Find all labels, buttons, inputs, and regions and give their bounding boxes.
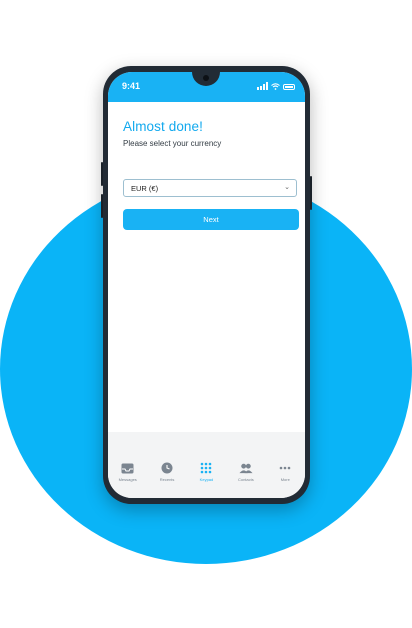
notch: [192, 72, 220, 86]
more-icon: [278, 462, 292, 474]
wifi-icon: [271, 83, 280, 90]
phone-frame: 9:41 Almost done! Please select your cur…: [101, 66, 312, 504]
status-bar: 9:41: [108, 72, 305, 102]
phone-side-button: [101, 162, 103, 186]
phone-screen: 9:41 Almost done! Please select your cur…: [108, 72, 305, 498]
tab-label: Keypad: [199, 477, 214, 482]
currency-select-value: EUR (€): [131, 184, 159, 193]
tab-label: More: [280, 477, 290, 482]
tab-more[interactable]: More: [267, 462, 303, 498]
tab-messages[interactable]: Messages: [110, 462, 146, 498]
tab-label: Contacts: [237, 477, 254, 482]
next-button[interactable]: Next: [123, 209, 299, 230]
contacts-icon: [239, 462, 253, 474]
phone-side-button: [101, 194, 103, 218]
phone-side-button: [310, 176, 312, 210]
clock-icon: [160, 462, 174, 474]
currency-select[interactable]: EUR (€) ⌄: [123, 179, 297, 197]
tab-recents[interactable]: Recents: [149, 462, 185, 498]
tab-contacts[interactable]: Contacts: [228, 462, 264, 498]
keypad-icon: [199, 462, 213, 474]
camera-icon: [203, 75, 209, 81]
signal-icon: [257, 82, 268, 90]
page-subtitle: Please select your currency: [123, 139, 222, 148]
chevron-down-icon: ⌄: [284, 184, 290, 191]
page-title: Almost done!: [123, 119, 203, 134]
tab-label: Recents: [159, 477, 175, 482]
status-time: 9:41: [122, 81, 141, 91]
tab-keypad[interactable]: Keypad: [188, 462, 224, 498]
inbox-icon: [121, 462, 135, 474]
tab-bar: Messages Recents Keypad Contacts More: [108, 462, 305, 498]
tab-label: Messages: [118, 477, 137, 482]
status-icons: [257, 82, 295, 90]
battery-icon: [283, 84, 295, 90]
